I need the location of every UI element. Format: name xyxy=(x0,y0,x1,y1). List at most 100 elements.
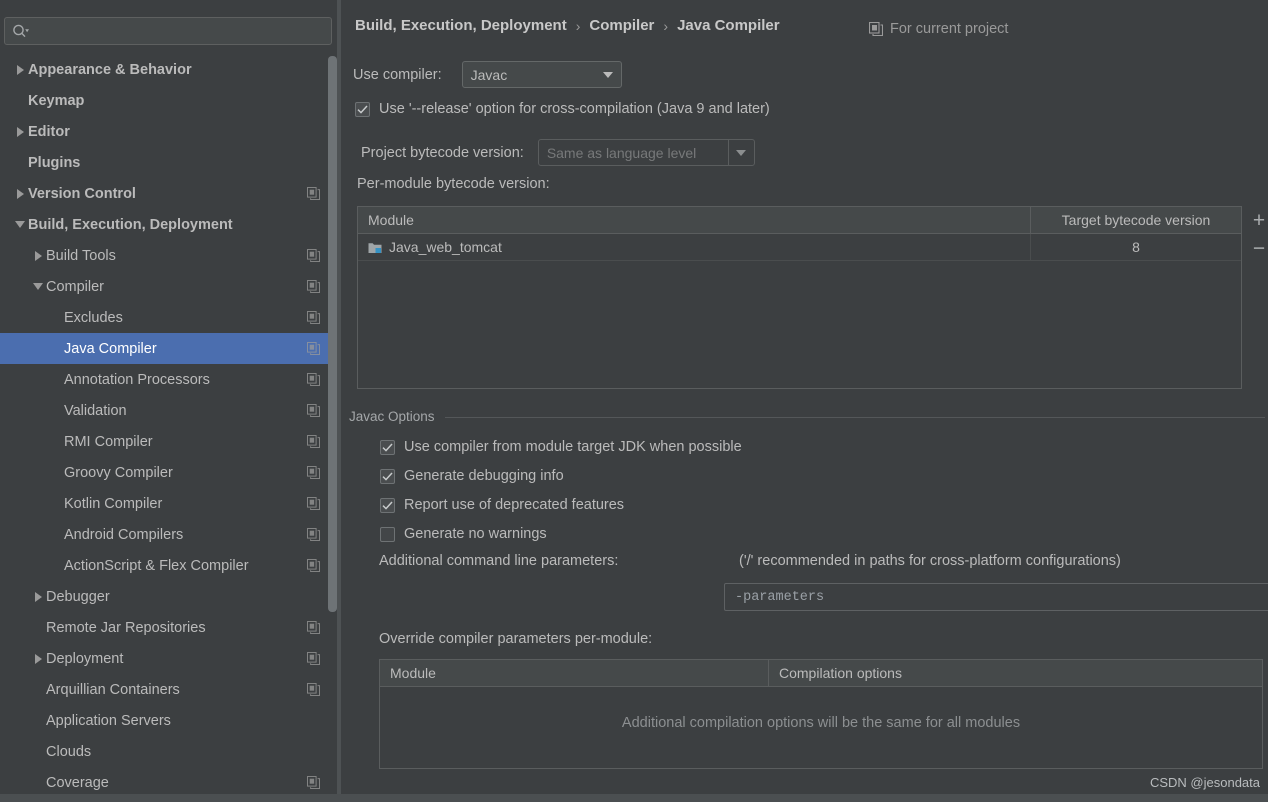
javac-checkbox-row-3[interactable]: Generate no warnings xyxy=(380,526,547,542)
additional-params-input[interactable] xyxy=(725,589,1268,605)
sidebar-item-kotlin-compiler[interactable]: Kotlin Compiler xyxy=(0,488,341,519)
table-header-row: Module Target bytecode version xyxy=(358,207,1241,234)
sidebar-item-label: Arquillian Containers xyxy=(46,681,180,698)
sidebar-item-version-control[interactable]: Version Control xyxy=(0,178,341,209)
column-header-module[interactable]: Module xyxy=(380,660,768,686)
tree-arrow-placeholder xyxy=(48,426,64,457)
column-header-target[interactable]: Target bytecode version xyxy=(1030,207,1241,233)
breadcrumb-item-1[interactable]: Compiler xyxy=(589,17,654,34)
chevron-right-icon[interactable] xyxy=(30,643,46,674)
sidebar-item-remote-jar-repositories[interactable]: Remote Jar Repositories xyxy=(0,612,341,643)
search-input[interactable] xyxy=(35,19,331,43)
sidebar-scrollbar[interactable] xyxy=(328,54,337,674)
breadcrumb-item-2[interactable]: Java Compiler xyxy=(677,17,780,34)
tree-arrow-placeholder xyxy=(48,519,64,550)
javac-checkbox-label-1: Generate debugging info xyxy=(404,468,564,484)
javac-checkbox-label-0: Use compiler from module target JDK when… xyxy=(404,439,742,455)
sidebar-item-editor[interactable]: Editor xyxy=(0,116,341,147)
override-table-empty-message: Additional compilation options will be t… xyxy=(621,715,1021,731)
javac-checkbox-3[interactable] xyxy=(380,526,395,542)
tree-arrow-placeholder xyxy=(48,302,64,333)
javac-checkbox-1[interactable] xyxy=(380,468,395,484)
release-option-row[interactable]: Use '--release' option for cross-compila… xyxy=(355,101,770,117)
sidebar-item-compiler[interactable]: Compiler xyxy=(0,271,341,302)
override-table[interactable]: Module Compilation options Additional co… xyxy=(379,659,1263,769)
chevron-right-icon[interactable] xyxy=(12,54,28,85)
sidebar-item-label: Clouds xyxy=(46,743,92,760)
sidebar-item-label: Plugins xyxy=(28,154,81,171)
search-box[interactable] xyxy=(4,17,332,45)
remove-module-button[interactable]: − xyxy=(1245,234,1268,262)
chevron-right-icon[interactable] xyxy=(12,178,28,209)
project-bytecode-combo[interactable]: Same as language level xyxy=(537,139,755,166)
chevron-right-icon[interactable] xyxy=(12,116,28,147)
sidebar-item-excludes[interactable]: Excludes xyxy=(0,302,341,333)
search-icon[interactable] xyxy=(5,18,35,44)
sidebar-item-android-compilers[interactable]: Android Compilers xyxy=(0,519,341,550)
sidebar-item-appearance-behavior[interactable]: Appearance & Behavior xyxy=(0,54,341,85)
sidebar-item-label: Validation xyxy=(64,402,127,419)
cell-target-version[interactable]: 8 xyxy=(1030,234,1241,260)
project-scope-icon xyxy=(307,342,320,355)
javac-checkbox-0[interactable] xyxy=(380,439,395,455)
sidebar-item-clouds[interactable]: Clouds xyxy=(0,736,341,767)
project-bytecode-row: Project bytecode version: Same as langua… xyxy=(361,139,755,166)
project-scope-icon xyxy=(307,528,320,541)
tree-arrow-placeholder xyxy=(48,395,64,426)
use-compiler-combo[interactable]: Javac xyxy=(461,61,622,88)
javac-checkbox-row-1[interactable]: Generate debugging info xyxy=(380,468,564,484)
tree-arrow-placeholder xyxy=(48,364,64,395)
breadcrumb-item-0[interactable]: Build, Execution, Deployment xyxy=(355,17,567,34)
sidebar-item-arquillian-containers[interactable]: Arquillian Containers xyxy=(0,674,341,705)
project-scope-icon xyxy=(307,435,320,448)
column-header-module[interactable]: Module xyxy=(358,207,1030,233)
sidebar-item-deployment[interactable]: Deployment xyxy=(0,643,341,674)
sidebar-scrollbar-thumb[interactable] xyxy=(328,56,337,612)
sidebar-item-keymap[interactable]: Keymap xyxy=(0,85,341,116)
scope-indicator[interactable]: For current project xyxy=(869,21,1008,37)
chevron-down-icon[interactable] xyxy=(727,140,754,165)
javac-checkbox-row-0[interactable]: Use compiler from module target JDK when… xyxy=(380,439,742,455)
tree-arrow-placeholder xyxy=(48,550,64,581)
breadcrumb-separator: › xyxy=(663,17,669,34)
javac-options-title: Javac Options xyxy=(349,409,435,424)
tree-arrow-placeholder xyxy=(48,333,64,364)
sidebar-item-validation[interactable]: Validation xyxy=(0,395,341,426)
chevron-right-icon[interactable] xyxy=(30,240,46,271)
chevron-down-icon[interactable] xyxy=(12,209,28,240)
project-scope-icon xyxy=(307,187,320,200)
release-option-checkbox[interactable] xyxy=(355,101,370,117)
javac-checkbox-2[interactable] xyxy=(380,497,395,513)
project-scope-icon xyxy=(307,311,320,324)
group-divider xyxy=(445,417,1265,418)
table-row[interactable]: Java_web_tomcat 8 xyxy=(358,234,1241,261)
sidebar-item-rmi-compiler[interactable]: RMI Compiler xyxy=(0,426,341,457)
breadcrumb: Build, Execution, Deployment › Compiler … xyxy=(355,17,780,34)
sidebar-item-label: Java Compiler xyxy=(64,340,157,357)
per-module-table[interactable]: Module Target bytecode version Java_web_… xyxy=(357,206,1242,389)
column-header-compilation-options[interactable]: Compilation options xyxy=(768,660,1262,686)
sidebar-item-actionscript-flex-compiler[interactable]: ActionScript & Flex Compiler xyxy=(0,550,341,581)
javac-checkbox-row-2[interactable]: Report use of deprecated features xyxy=(380,497,624,513)
additional-params-field[interactable] xyxy=(724,583,1268,611)
sidebar-item-debugger[interactable]: Debugger xyxy=(0,581,341,612)
sidebar-item-label: Annotation Processors xyxy=(64,371,210,388)
release-option-label: Use '--release' option for cross-compila… xyxy=(379,101,770,117)
module-name: Java_web_tomcat xyxy=(389,239,502,255)
sidebar-item-annotation-processors[interactable]: Annotation Processors xyxy=(0,364,341,395)
per-module-label-row: Per-module bytecode version: xyxy=(357,176,550,192)
chevron-down-icon[interactable] xyxy=(595,62,621,87)
sidebar-item-build-tools[interactable]: Build Tools xyxy=(0,240,341,271)
sidebar-item-plugins[interactable]: Plugins xyxy=(0,147,341,178)
sidebar-item-java-compiler[interactable]: Java Compiler xyxy=(0,333,341,364)
project-scope-icon xyxy=(307,497,320,510)
chevron-down-icon[interactable] xyxy=(30,271,46,302)
sidebar-item-groovy-compiler[interactable]: Groovy Compiler xyxy=(0,457,341,488)
javac-checkbox-label-3: Generate no warnings xyxy=(404,526,547,542)
sidebar-item-application-servers[interactable]: Application Servers xyxy=(0,705,341,736)
table-header-row: Module Compilation options xyxy=(380,660,1262,687)
add-module-button[interactable]: + xyxy=(1245,206,1268,234)
chevron-right-icon[interactable] xyxy=(30,581,46,612)
use-compiler-value: Javac xyxy=(470,66,508,83)
sidebar-item-build-execution-deployment[interactable]: Build, Execution, Deployment xyxy=(0,209,341,240)
